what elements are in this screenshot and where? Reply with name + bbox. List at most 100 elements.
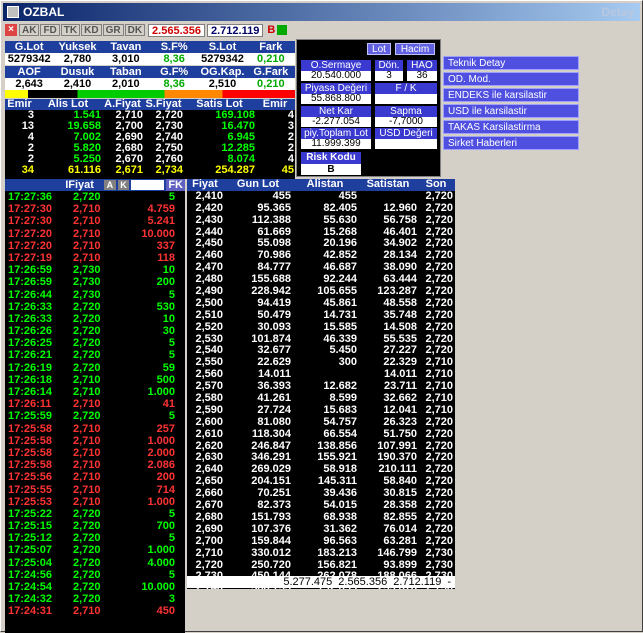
trade-row[interactable]: 17:25:56 2,710 200 bbox=[5, 471, 185, 483]
risk-value: B bbox=[301, 164, 361, 175]
header-taban: Taban bbox=[101, 66, 150, 78]
price-row[interactable]: 2,510 50.479 14.731 35.748 2,720 bbox=[187, 309, 455, 322]
trade-row[interactable]: 17:27:30 2,710 4.759 bbox=[5, 203, 185, 215]
usd-value bbox=[375, 139, 437, 149]
don-value: 3 bbox=[375, 71, 403, 81]
trade-row[interactable]: 17:26:26 2,720 30 bbox=[5, 325, 185, 337]
price-header: Fiyat Gun Lot Alistan Satistan Son bbox=[187, 179, 455, 191]
trade-row[interactable]: 17:25:04 2,720 4.000 bbox=[5, 557, 185, 569]
value-ogkap: 2,510 bbox=[198, 78, 247, 90]
price-row[interactable]: 2,700 159.844 96.563 63.281 2,720 bbox=[187, 535, 455, 548]
title-bar[interactable]: OZBAL Detay bbox=[3, 3, 640, 21]
trades-filter-input[interactable] bbox=[131, 180, 165, 190]
trade-row[interactable]: 17:27:20 2,710 337 bbox=[5, 240, 185, 252]
price-row[interactable]: 2,500 94.419 45.861 48.558 2,720 bbox=[187, 297, 455, 310]
trade-row[interactable]: 17:25:58 2,710 2.000 bbox=[5, 447, 185, 459]
trade-row[interactable]: 17:25:15 2,720 700 bbox=[5, 520, 185, 532]
header-gf: G.F% bbox=[149, 66, 199, 78]
toolbar-button-dk[interactable]: DK bbox=[124, 24, 146, 36]
trade-row[interactable]: 17:26:33 2,720 10 bbox=[5, 313, 185, 325]
window-right-title: Detay bbox=[601, 5, 634, 19]
trade-row[interactable]: 17:26:59 2,730 10 bbox=[5, 264, 185, 276]
price-totals: 5.277.475 2.565.356 2.712.119 - bbox=[187, 576, 455, 588]
side-menu: Teknik Detay OD. Mod. ENDEKS ile karsila… bbox=[443, 56, 579, 152]
price-row[interactable]: 2,410 455 455 2,720 bbox=[187, 190, 455, 203]
header-gfark: G.Fark bbox=[246, 66, 295, 78]
trade-row[interactable]: 17:25:22 2,720 5 bbox=[5, 508, 185, 520]
trade-row[interactable]: 17:25:53 2,710 1.000 bbox=[5, 496, 185, 508]
price-row[interactable]: 2,610 118.304 66.554 51.750 2,720 bbox=[187, 428, 455, 441]
price-row[interactable]: 2,690 107.376 31.362 76.014 2,720 bbox=[187, 523, 455, 536]
toolbar-button-ak[interactable]: AK bbox=[19, 24, 40, 36]
fk-button[interactable]: FK bbox=[166, 179, 185, 191]
header-aof: AOF bbox=[5, 66, 54, 78]
trade-row[interactable]: 17:26:19 2,720 59 bbox=[5, 362, 185, 374]
sort-a-icon[interactable]: A bbox=[104, 180, 116, 190]
price-row[interactable]: 2,710 330.012 183.213 146.799 2,730 bbox=[187, 547, 455, 560]
trades-table[interactable]: IFiyat A K FK 17:27:36 2,720 5 17:27:30 2,71… bbox=[5, 179, 185, 633]
menu-od-mod[interactable]: OD. Mod. bbox=[443, 72, 579, 86]
trade-row[interactable]: 17:27:36 2,720 5 bbox=[5, 191, 185, 203]
trade-row[interactable]: 17:24:32 2,720 3 bbox=[5, 593, 185, 605]
trade-row[interactable]: 17:24:56 2,720 5 bbox=[5, 569, 185, 581]
summary-header-1: G.Lot Yuksek Tavan S.F% S.Lot Fark bbox=[5, 41, 295, 53]
sell-volume: 2.565.356 bbox=[148, 23, 205, 37]
header-fark: Fark bbox=[246, 41, 295, 53]
menu-sirket-haberleri[interactable]: Sirket Haberleri bbox=[443, 136, 579, 150]
hao-value: 36 bbox=[407, 71, 437, 81]
depth-bar bbox=[5, 90, 295, 98]
hacim-button[interactable]: Hacim bbox=[395, 43, 435, 55]
trade-row[interactable]: 17:24:54 2,720 10.000 bbox=[5, 581, 185, 593]
trades-header: IFiyat A K FK bbox=[5, 179, 185, 191]
osermaye-value: 20.540.000 bbox=[301, 71, 371, 81]
toolbar-button-kd[interactable]: KD bbox=[81, 24, 102, 36]
trade-row[interactable]: 17:25:07 2,720 1.000 bbox=[5, 544, 185, 556]
toolbar-button-gr[interactable]: GR bbox=[102, 24, 124, 36]
toolbar-button-tk[interactable]: TK bbox=[60, 24, 81, 36]
toolbar: × AK FD TK KD GR DK 2.565.356 2.712.119 … bbox=[5, 23, 288, 37]
trade-row[interactable]: 17:27:19 2,710 118 bbox=[5, 252, 185, 264]
usd-label: USD Değeri bbox=[375, 128, 437, 139]
menu-usd[interactable]: USD ile karsilastir bbox=[443, 104, 579, 118]
header-ogkap: OG.Kap. bbox=[198, 66, 247, 78]
value-gf: 8,36 bbox=[149, 78, 199, 90]
trade-row[interactable]: 17:25:58 2,710 1.000 bbox=[5, 435, 185, 447]
close-icon[interactable]: × bbox=[5, 24, 17, 36]
trade-row[interactable]: 17:26:25 2,720 5 bbox=[5, 337, 185, 349]
price-row[interactable]: 2,520 30.093 15.585 14.508 2,720 bbox=[187, 321, 455, 334]
trade-row[interactable]: 17:27:30 2,710 5.241 bbox=[5, 215, 185, 227]
trade-row[interactable]: 17:27:20 2,710 10.000 bbox=[5, 228, 185, 240]
trade-row[interactable]: 17:25:58 2,710 257 bbox=[5, 423, 185, 435]
price-row[interactable]: 2,420 95.365 82.405 12.960 2,720 bbox=[187, 202, 455, 215]
trade-row[interactable]: 17:25:59 2,720 5 bbox=[5, 410, 185, 422]
value-aof: 2,643 bbox=[5, 78, 54, 90]
menu-takas[interactable]: TAKAS Karsilastirma bbox=[443, 120, 579, 134]
trade-row[interactable]: 17:26:44 2,730 5 bbox=[5, 289, 185, 301]
trade-row[interactable]: 17:24:31 2,710 450 bbox=[5, 605, 185, 617]
value-tavan: 3,010 bbox=[101, 53, 150, 65]
trade-row[interactable]: 17:26:59 2,730 200 bbox=[5, 276, 185, 288]
trade-row[interactable]: 17:26:14 2,710 1.000 bbox=[5, 386, 185, 398]
sort-k-icon[interactable]: K bbox=[117, 180, 130, 190]
trade-row[interactable]: 17:25:58 2,710 2.086 bbox=[5, 459, 185, 471]
depth-total: 34 61.116 2,671 2,734 254.287 45 bbox=[21, 164, 294, 176]
trade-row[interactable]: 17:25:55 2,710 714 bbox=[5, 484, 185, 496]
menu-endeks[interactable]: ENDEKS ile karsilastir bbox=[443, 88, 579, 102]
trade-row[interactable]: 17:26:33 2,720 530 bbox=[5, 301, 185, 313]
menu-teknik-detay[interactable]: Teknik Detay bbox=[443, 56, 579, 70]
header-glot: G.Lot bbox=[5, 41, 54, 53]
price-row[interactable]: 2,600 81.080 54.757 26.323 2,720 bbox=[187, 416, 455, 429]
fk-value bbox=[375, 94, 437, 104]
price-table[interactable]: Fiyat Gun Lot Alistan Satistan Son 2,410… bbox=[187, 179, 455, 589]
trade-row[interactable]: 17:26:18 2,710 500 bbox=[5, 374, 185, 386]
lot-button[interactable]: Lot bbox=[367, 43, 391, 55]
summary-header-2: AOF Dusuk Taban G.F% OG.Kap. G.Fark bbox=[5, 66, 295, 78]
trade-row[interactable]: 17:25:12 2,720 5 bbox=[5, 532, 185, 544]
price-row[interactable]: 2,430 112.388 55.630 56.758 2,720 bbox=[187, 214, 455, 227]
trade-row[interactable]: 17:26:11 2,710 41 bbox=[5, 398, 185, 410]
trade-row[interactable]: 17:26:21 2,720 5 bbox=[5, 349, 185, 361]
toolbar-button-fd[interactable]: FD bbox=[40, 24, 60, 36]
netkar-value: -2.277.054 bbox=[301, 117, 371, 127]
value-glot: 5279342 bbox=[5, 53, 54, 65]
arrow-icon[interactable] bbox=[277, 25, 288, 35]
